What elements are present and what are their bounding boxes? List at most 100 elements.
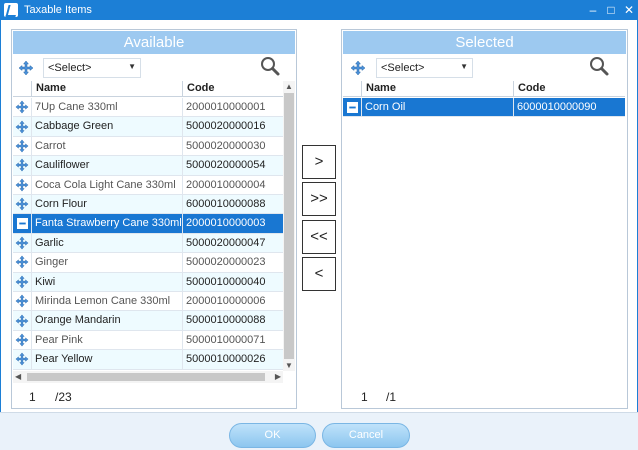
row-name: Ginger [32,253,183,272]
window-title: Taxable Items [24,4,92,16]
row-code: 5000020000016 [186,120,266,133]
row-name: Pear Pink [32,330,183,350]
close-button[interactable]: ✕ [620,0,638,20]
table-row[interactable]: Orange Mandarin 5000010000088 [13,311,283,331]
drag-handle-icon[interactable] [13,311,32,330]
selected-select[interactable]: <Select> ▼ [376,58,473,78]
table-row[interactable]: Garlic 5000020000047 [13,233,283,254]
horizontal-scrollbar[interactable]: ◀ ▶ [13,371,283,383]
row-name: Kiwi [32,272,183,291]
search-icon[interactable] [587,55,611,77]
table-row[interactable]: Pear Yellow 5000010000026 [13,350,283,370]
row-name: 7Up Cane 330ml [32,98,183,117]
scroll-thumb[interactable] [284,93,294,359]
row-code: 6000010000090 [517,101,597,113]
row-selected-icon[interactable] [13,214,32,233]
drag-handle-icon[interactable] [13,350,32,369]
drag-handle-icon[interactable] [13,195,32,214]
row-code: 5000010000040 [186,275,266,288]
minimize-button[interactable]: – [584,0,602,20]
maximize-button[interactable]: □ [602,0,620,20]
row-name: Corn Oil [362,98,514,117]
row-code: 5000010000071 [186,333,266,346]
selected-grid: Name Code Corn Oil 6000010000090 [343,81,625,381]
row-code: 5000010000088 [186,314,266,327]
row-code: 5000020000023 [186,256,266,269]
chevron-down-icon: ▼ [460,62,468,71]
table-row[interactable]: Cauliflower 5000020000054 [13,156,283,176]
page-total: /1 [386,390,397,404]
row-code: 6000010000088 [186,198,266,210]
row-code: 5000020000030 [186,139,266,152]
table-row[interactable]: Cabbage Green 5000020000016 [13,117,283,137]
drag-handle-icon[interactable] [13,233,32,253]
row-name: Orange Mandarin [32,311,183,330]
row-code: 2000010000001 [186,101,266,113]
row-code: 5000010000026 [186,353,266,366]
add-all-button[interactable]: >> [302,182,336,216]
row-name: Mirinda Lemon Cane 330ml [32,292,183,311]
table-row[interactable]: Carrot 5000020000030 [13,136,283,157]
table-row[interactable]: Mirinda Lemon Cane 330ml 2000010000006 [13,292,283,312]
available-select[interactable]: <Select> ▼ [43,58,141,78]
available-grid: Name Code 7Up Cane 330ml 2000010000001 Cab… [13,81,283,371]
scroll-up-arrow[interactable]: ▲ [285,82,293,91]
scroll-thumb[interactable] [27,373,265,381]
drag-handle-icon[interactable] [13,98,32,117]
code-column-header[interactable]: Code [183,81,283,96]
drag-handle-icon[interactable] [13,117,32,136]
available-select-value: <Select> [48,62,92,74]
table-row[interactable]: Ginger 5000020000023 [13,253,283,273]
selected-header: Selected [343,31,626,54]
table-row[interactable]: Corn Flour 6000010000088 [13,195,283,215]
table-row[interactable]: Fanta Strawberry Cane 330ml 2000010000003 [13,214,283,234]
drag-handle-icon[interactable] [13,156,32,175]
scroll-right-arrow[interactable]: ▶ [275,372,281,381]
drag-handle-icon[interactable] [13,136,32,156]
drag-handle-icon[interactable] [13,272,32,291]
drag-handle-icon[interactable] [13,330,32,350]
scroll-down-arrow[interactable]: ▼ [285,361,293,370]
remove-all-button[interactable]: << [302,220,336,254]
button-bar [0,412,638,450]
remove-selected-button[interactable]: < [302,257,336,291]
grid-header: Name Code [13,81,283,97]
table-row[interactable]: Pear Pink 5000010000071 [13,330,283,351]
ok-button[interactable]: OK [229,423,316,448]
vertical-scrollbar[interactable]: ▲ ▼ [283,81,295,371]
row-name: Fanta Strawberry Cane 330ml [32,214,183,233]
row-selected-icon[interactable] [343,98,362,117]
drag-handle-icon[interactable] [13,175,32,194]
move-handle-icon[interactable] [350,60,366,76]
row-code: 2000010000003 [186,217,266,230]
move-handle-icon[interactable] [18,60,34,76]
table-row[interactable]: Kiwi 5000010000040 [13,272,283,292]
available-header: Available [13,31,295,54]
add-selected-button[interactable]: > [302,145,336,179]
page-number[interactable]: 1 [29,390,36,408]
row-name: Carrot [32,136,183,156]
name-column-header[interactable]: Name [362,81,514,96]
app-icon [4,3,18,17]
page-number[interactable]: 1 [361,390,368,408]
drag-handle-icon[interactable] [13,253,32,272]
selected-panel: Selected <Select> ▼ Name Code Corn Oil 60… [341,29,628,409]
table-row[interactable]: 7Up Cane 330ml 2000010000001 [13,98,283,118]
grid-header: Name Code [343,81,625,97]
table-row[interactable]: Corn Oil 6000010000090 [343,98,625,118]
row-name: Pear Yellow [32,350,183,369]
row-name: Coca Cola Light Cane 330ml [32,175,183,194]
title-bar: Taxable Items – □ ✕ [0,0,638,20]
available-panel: Available <Select> ▼ Name Code 7Up Cane … [11,29,297,409]
search-icon[interactable] [258,55,282,77]
row-name: Garlic [32,233,183,253]
page-total: /23 [55,390,72,404]
row-code: 2000010000004 [186,178,266,191]
drag-handle-icon[interactable] [13,292,32,311]
name-column-header[interactable]: Name [32,81,183,96]
table-row[interactable]: Coca Cola Light Cane 330ml 2000010000004 [13,175,283,195]
code-column-header[interactable]: Code [514,81,625,96]
selected-select-value: <Select> [381,62,425,74]
cancel-button[interactable]: Cancel [322,423,410,448]
scroll-left-arrow[interactable]: ◀ [15,372,21,381]
